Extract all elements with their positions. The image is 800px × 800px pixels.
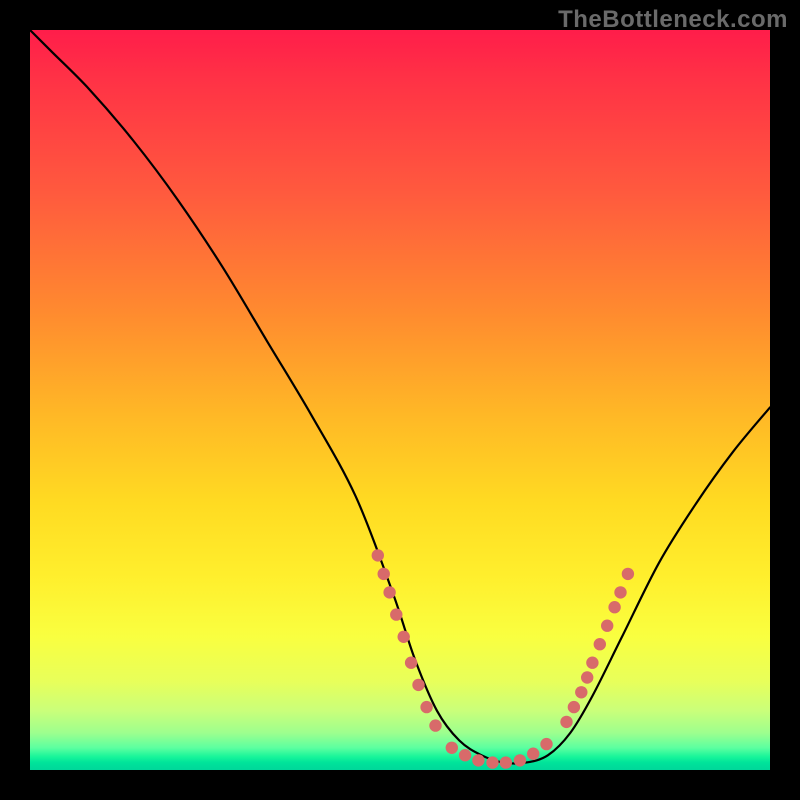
highlight-dot bbox=[586, 657, 598, 669]
highlight-dot bbox=[383, 586, 395, 598]
highlight-dot bbox=[390, 608, 402, 620]
highlight-dot bbox=[500, 756, 512, 768]
highlight-dot bbox=[540, 738, 552, 750]
highlight-dot bbox=[446, 742, 458, 754]
highlight-dot bbox=[420, 701, 432, 713]
bottleneck-curve bbox=[30, 30, 770, 764]
highlight-dot bbox=[575, 686, 587, 698]
highlight-dot bbox=[594, 638, 606, 650]
chart-frame: TheBottleneck.com bbox=[0, 0, 800, 800]
highlight-dot bbox=[405, 657, 417, 669]
highlight-dot bbox=[372, 549, 384, 561]
highlight-dot bbox=[472, 754, 484, 766]
highlight-dot bbox=[459, 749, 471, 761]
plot-area bbox=[30, 30, 770, 770]
highlight-dots bbox=[372, 549, 635, 769]
curve-svg bbox=[30, 30, 770, 770]
highlight-dot bbox=[608, 601, 620, 613]
highlight-dot bbox=[560, 716, 572, 728]
highlight-dot bbox=[429, 719, 441, 731]
highlight-dot bbox=[581, 671, 593, 683]
highlight-dot bbox=[398, 631, 410, 643]
highlight-dot bbox=[378, 568, 390, 580]
highlight-dot bbox=[412, 679, 424, 691]
highlight-dot bbox=[614, 586, 626, 598]
highlight-dot bbox=[514, 754, 526, 766]
highlight-dot bbox=[601, 620, 613, 632]
highlight-dot bbox=[527, 748, 539, 760]
highlight-dot bbox=[622, 568, 634, 580]
highlight-dot bbox=[568, 701, 580, 713]
highlight-dot bbox=[486, 756, 498, 768]
